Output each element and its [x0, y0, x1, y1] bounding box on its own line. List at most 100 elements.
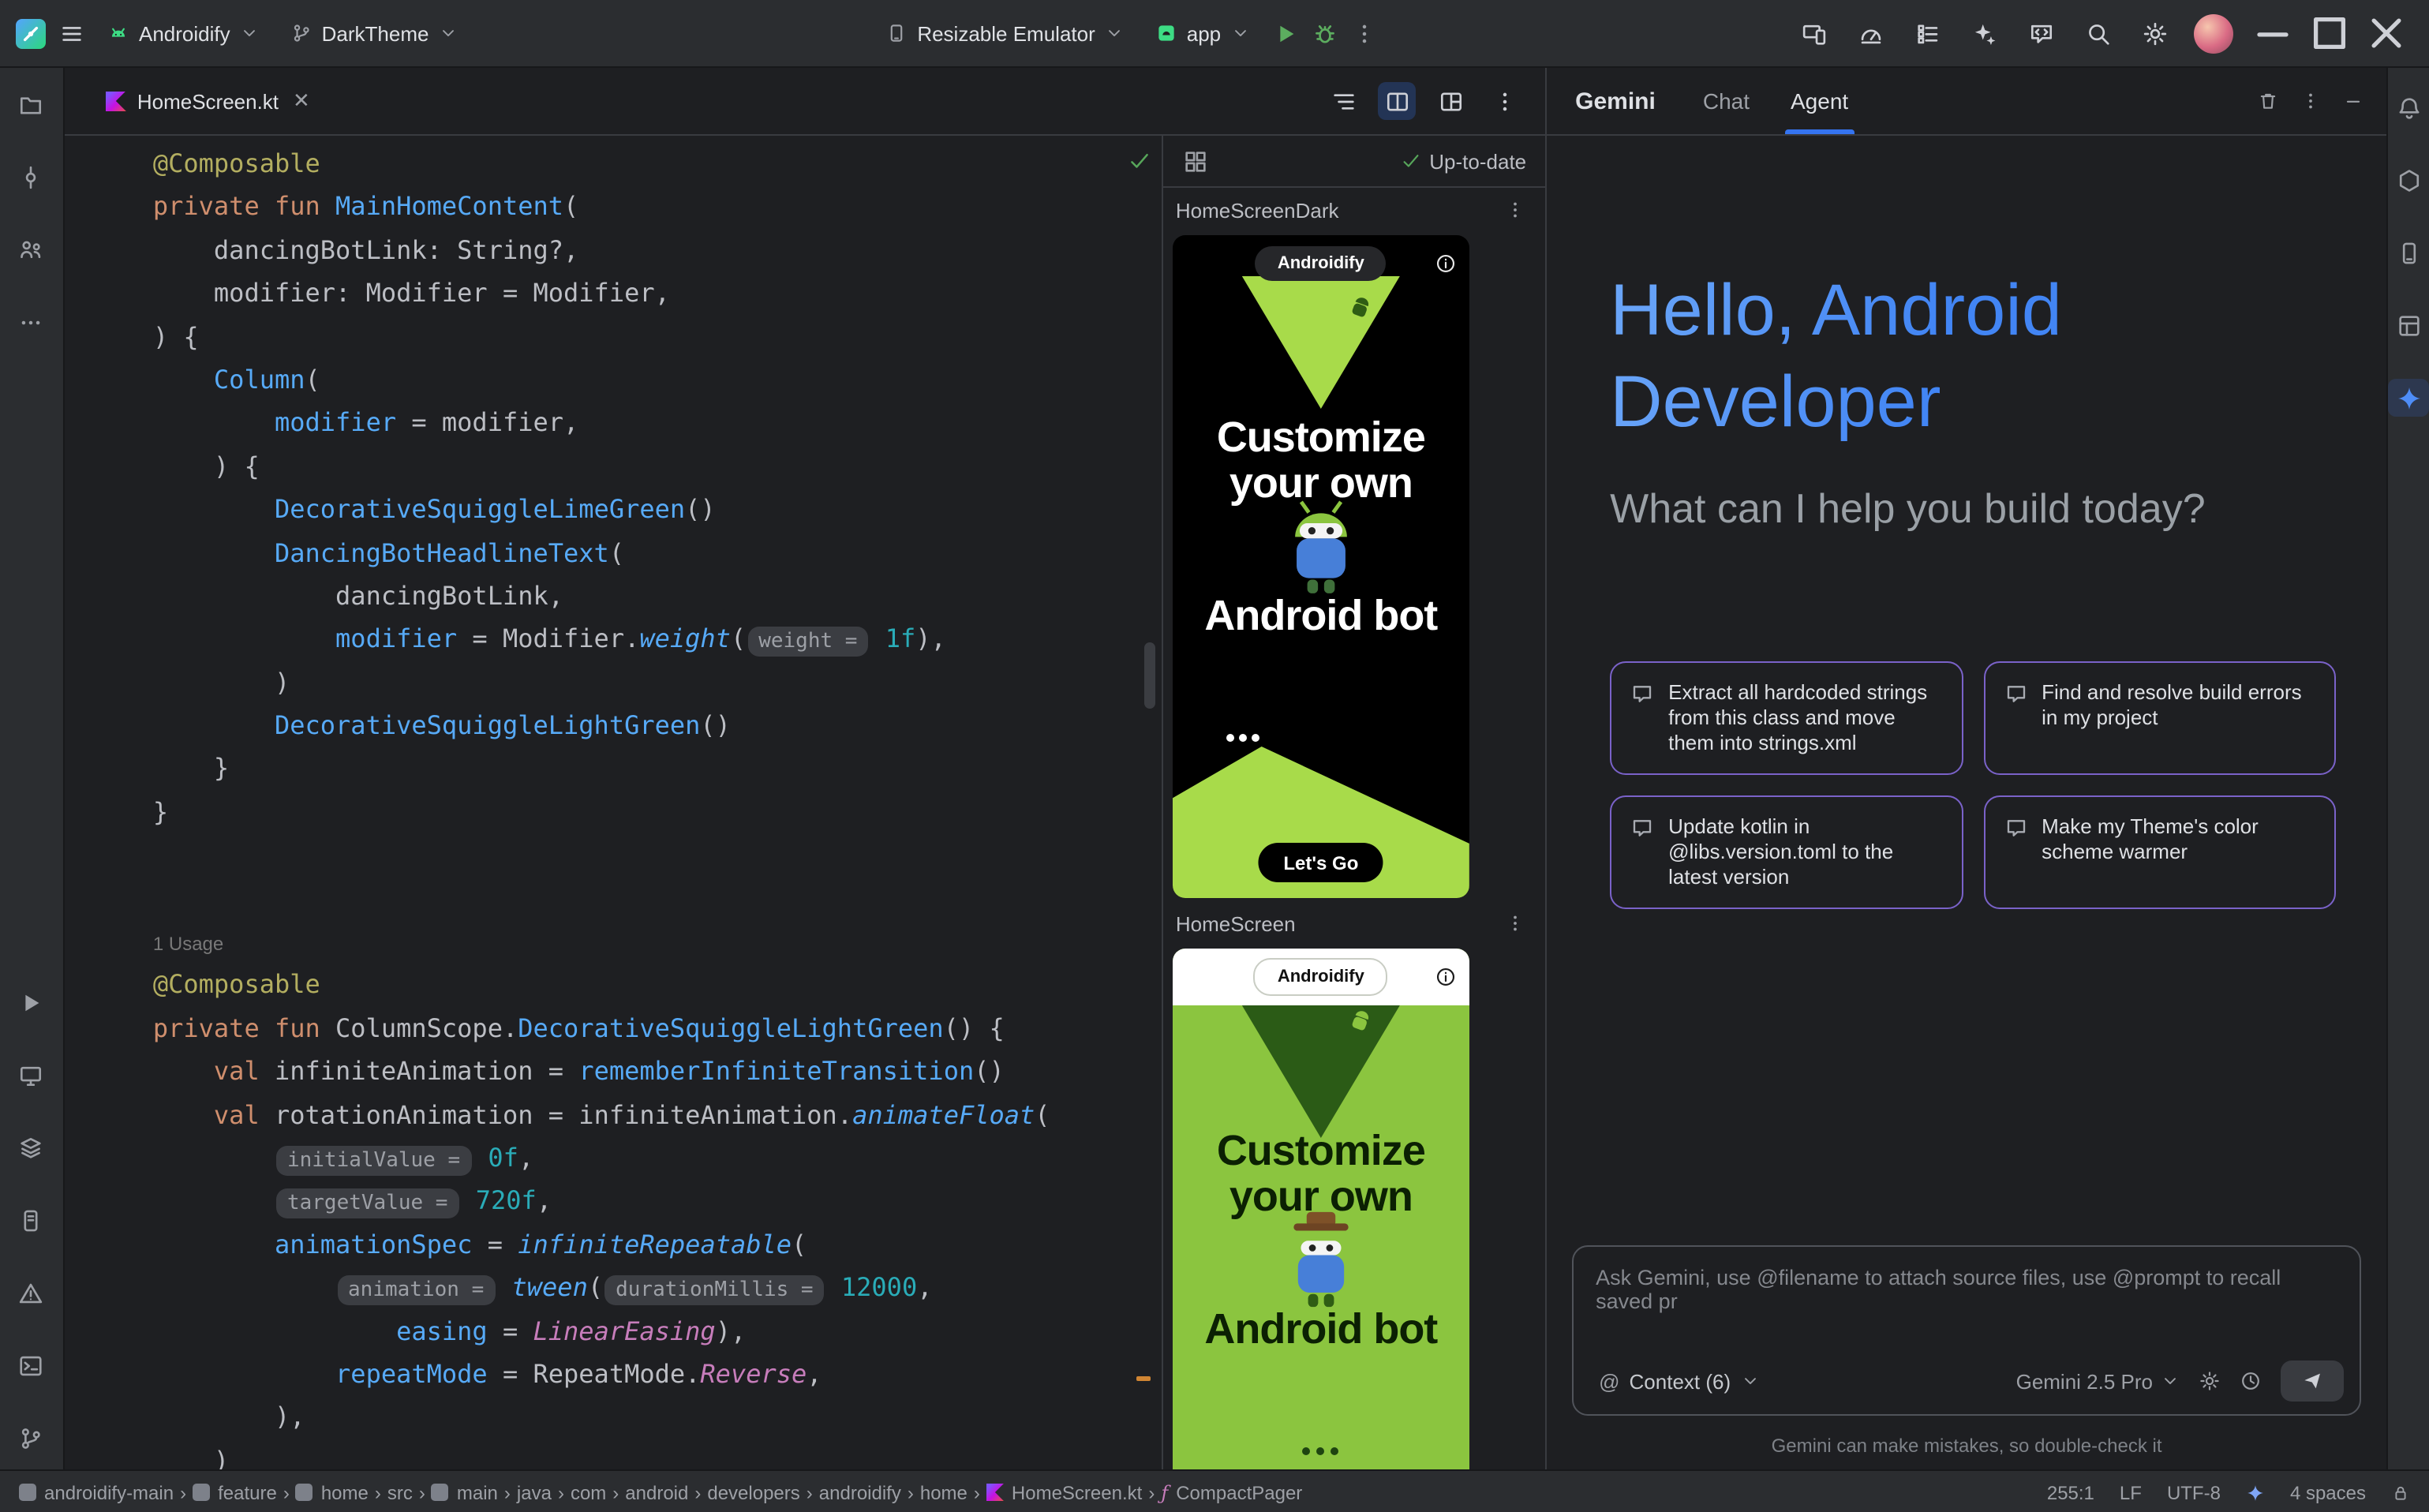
- suggestion-card[interactable]: Extract all hardcoded strings from this …: [1610, 661, 1963, 775]
- clear-chat-icon[interactable]: [2257, 90, 2279, 112]
- debug-button[interactable]: [1311, 20, 1338, 47]
- suggestion-card[interactable]: Make my Theme's color scheme warmer: [1983, 795, 2336, 909]
- gemini-status-icon[interactable]: [2246, 1483, 2265, 1502]
- code-chat-icon[interactable]: [2014, 9, 2068, 57]
- preview-homescreen-dark[interactable]: Androidify Customize your own Android bo…: [1173, 235, 1469, 898]
- search-icon[interactable]: [2071, 9, 2124, 57]
- project-selector[interactable]: Androidify: [98, 17, 268, 50]
- gemini-input[interactable]: [1574, 1247, 2360, 1335]
- project-folder-icon[interactable]: [11, 85, 52, 123]
- settings-icon[interactable]: [2128, 9, 2181, 57]
- user-avatar[interactable]: [2194, 13, 2233, 53]
- breadcrumb-item[interactable]: developers: [707, 1481, 799, 1503]
- module-icon: [432, 1484, 449, 1501]
- window-close-button[interactable]: [2360, 9, 2413, 57]
- gemini-title: Gemini: [1575, 88, 1656, 114]
- more-horizontal-icon[interactable]: [11, 303, 52, 341]
- editor-options-button[interactable]: [1485, 82, 1523, 120]
- tab-close-icon[interactable]: ✕: [293, 88, 310, 114]
- pull-requests-icon[interactable]: [11, 230, 52, 268]
- history-icon[interactable]: [2240, 1370, 2262, 1392]
- window-maximize-button[interactable]: [2303, 9, 2356, 57]
- main-menu-icon[interactable]: [58, 20, 85, 47]
- breadcrumb-item[interactable]: home: [920, 1481, 967, 1503]
- breadcrumb-label: home: [321, 1481, 369, 1503]
- tab-agent[interactable]: Agent: [1791, 68, 1848, 134]
- breadcrumb-separator: ›: [974, 1481, 980, 1503]
- left-toolbar-top: [11, 85, 52, 341]
- design-view-button[interactable]: [1432, 82, 1469, 120]
- gemini-settings-icon[interactable]: [2199, 1370, 2221, 1392]
- ai-assistant-icon[interactable]: [1957, 9, 2011, 57]
- gemini-options-icon[interactable]: [2300, 90, 2322, 112]
- breadcrumb-item[interactable]: com: [571, 1481, 606, 1503]
- hide-panel-icon[interactable]: [2342, 90, 2364, 112]
- code-line: animationSpec = infiniteRepeatable(: [153, 1223, 1162, 1267]
- more-run-options-icon[interactable]: [1350, 20, 1377, 47]
- run-play-icon[interactable]: [11, 983, 52, 1021]
- code-line: private fun MainHomeContent(: [153, 185, 1162, 229]
- context-selector[interactable]: @ Context (6): [1589, 1364, 1768, 1398]
- preview-homescreen-light[interactable]: Androidify Customize your own Android bo…: [1173, 949, 1469, 1469]
- code-view-button[interactable]: [1324, 82, 1362, 120]
- layout-inspector-icon[interactable]: [2388, 306, 2429, 344]
- breadcrumb-item[interactable]: java: [517, 1481, 552, 1503]
- git-branch-icon[interactable]: [11, 1419, 52, 1457]
- notifications-bell-icon[interactable]: [2388, 88, 2429, 126]
- gradle-icon[interactable]: [2388, 161, 2429, 199]
- editor-scrollbar[interactable]: [1144, 642, 1155, 709]
- window-minimize-button[interactable]: [2246, 9, 2300, 57]
- breadcrumb-separator: ›: [558, 1481, 564, 1503]
- code-editor[interactable]: @Composableprivate fun MainHomeContent( …: [65, 136, 1162, 1469]
- breadcrumb-item[interactable]: android: [625, 1481, 688, 1503]
- preview-options-icon[interactable]: [1504, 912, 1526, 934]
- branch-selector[interactable]: DarkTheme: [281, 17, 467, 50]
- send-button[interactable]: [2281, 1360, 2344, 1402]
- breadcrumb-item[interactable]: feature: [193, 1481, 277, 1503]
- line-ending[interactable]: LF: [2120, 1481, 2142, 1503]
- running-devices-icon[interactable]: [11, 1056, 52, 1094]
- caret-position[interactable]: 255:1: [2047, 1481, 2094, 1503]
- device-manager-icon[interactable]: [2388, 234, 2429, 271]
- preview-toolbar: Up-to-date: [1163, 136, 1545, 188]
- breadcrumb-item[interactable]: HomeScreen.kt: [986, 1481, 1142, 1503]
- inspections-ok-icon[interactable]: [1127, 148, 1152, 174]
- lock-icon[interactable]: [2391, 1483, 2410, 1502]
- todo-checklist-icon[interactable]: [1900, 9, 1954, 57]
- code-line: initialValue = 0f,: [153, 1136, 1162, 1180]
- breadcrumb-separator: ›: [807, 1481, 813, 1503]
- split-view-button[interactable]: [1378, 82, 1416, 120]
- run-config-selector[interactable]: app: [1146, 17, 1259, 50]
- gemini-spark-icon[interactable]: [2388, 379, 2429, 417]
- breadcrumb-item[interactable]: main: [432, 1481, 498, 1503]
- module-icon: [296, 1484, 313, 1501]
- breadcrumb-item[interactable]: home: [296, 1481, 369, 1503]
- indent-setting[interactable]: 4 spaces: [2290, 1481, 2366, 1503]
- breadcrumb-separator: ›: [908, 1481, 914, 1503]
- breadcrumb-item[interactable]: src: [387, 1481, 413, 1503]
- breadcrumb-item[interactable]: androidify: [819, 1481, 901, 1503]
- android-icon: [107, 22, 129, 44]
- logcat-phone-icon[interactable]: [11, 1201, 52, 1239]
- device-selector[interactable]: Resizable Emulator: [876, 17, 1132, 50]
- preview-grid-icon[interactable]: [1182, 148, 1209, 174]
- preview-options-icon[interactable]: [1504, 199, 1526, 221]
- tab-homescreen-kt[interactable]: HomeScreen.kt ✕: [90, 69, 326, 133]
- breadcrumb-item[interactable]: ƒCompactPager: [1161, 1481, 1302, 1503]
- suggestion-card[interactable]: Find and resolve build errors in my proj…: [1983, 661, 2336, 775]
- profiler-icon[interactable]: [1843, 9, 1897, 57]
- run-button[interactable]: [1271, 20, 1298, 47]
- problems-warning-icon[interactable]: [11, 1274, 52, 1312]
- file-encoding[interactable]: UTF-8: [2167, 1481, 2221, 1503]
- suggestion-card[interactable]: Update kotlin in @libs.version.toml to t…: [1610, 795, 1963, 909]
- modified-line-marker: [1136, 1376, 1151, 1381]
- breadcrumb-item[interactable]: androidify-main: [19, 1481, 174, 1503]
- commit-icon[interactable]: [11, 158, 52, 196]
- tab-chat[interactable]: Chat: [1703, 68, 1750, 134]
- device-mirroring-icon[interactable]: [1787, 9, 1840, 57]
- build-layers-icon[interactable]: [11, 1128, 52, 1166]
- chevron-down-icon: [1740, 1372, 1759, 1390]
- model-selector[interactable]: Gemini 2.5 Pro: [2016, 1369, 2180, 1393]
- terminal-icon[interactable]: [11, 1346, 52, 1384]
- right-toolbar-icons: [2388, 88, 2429, 417]
